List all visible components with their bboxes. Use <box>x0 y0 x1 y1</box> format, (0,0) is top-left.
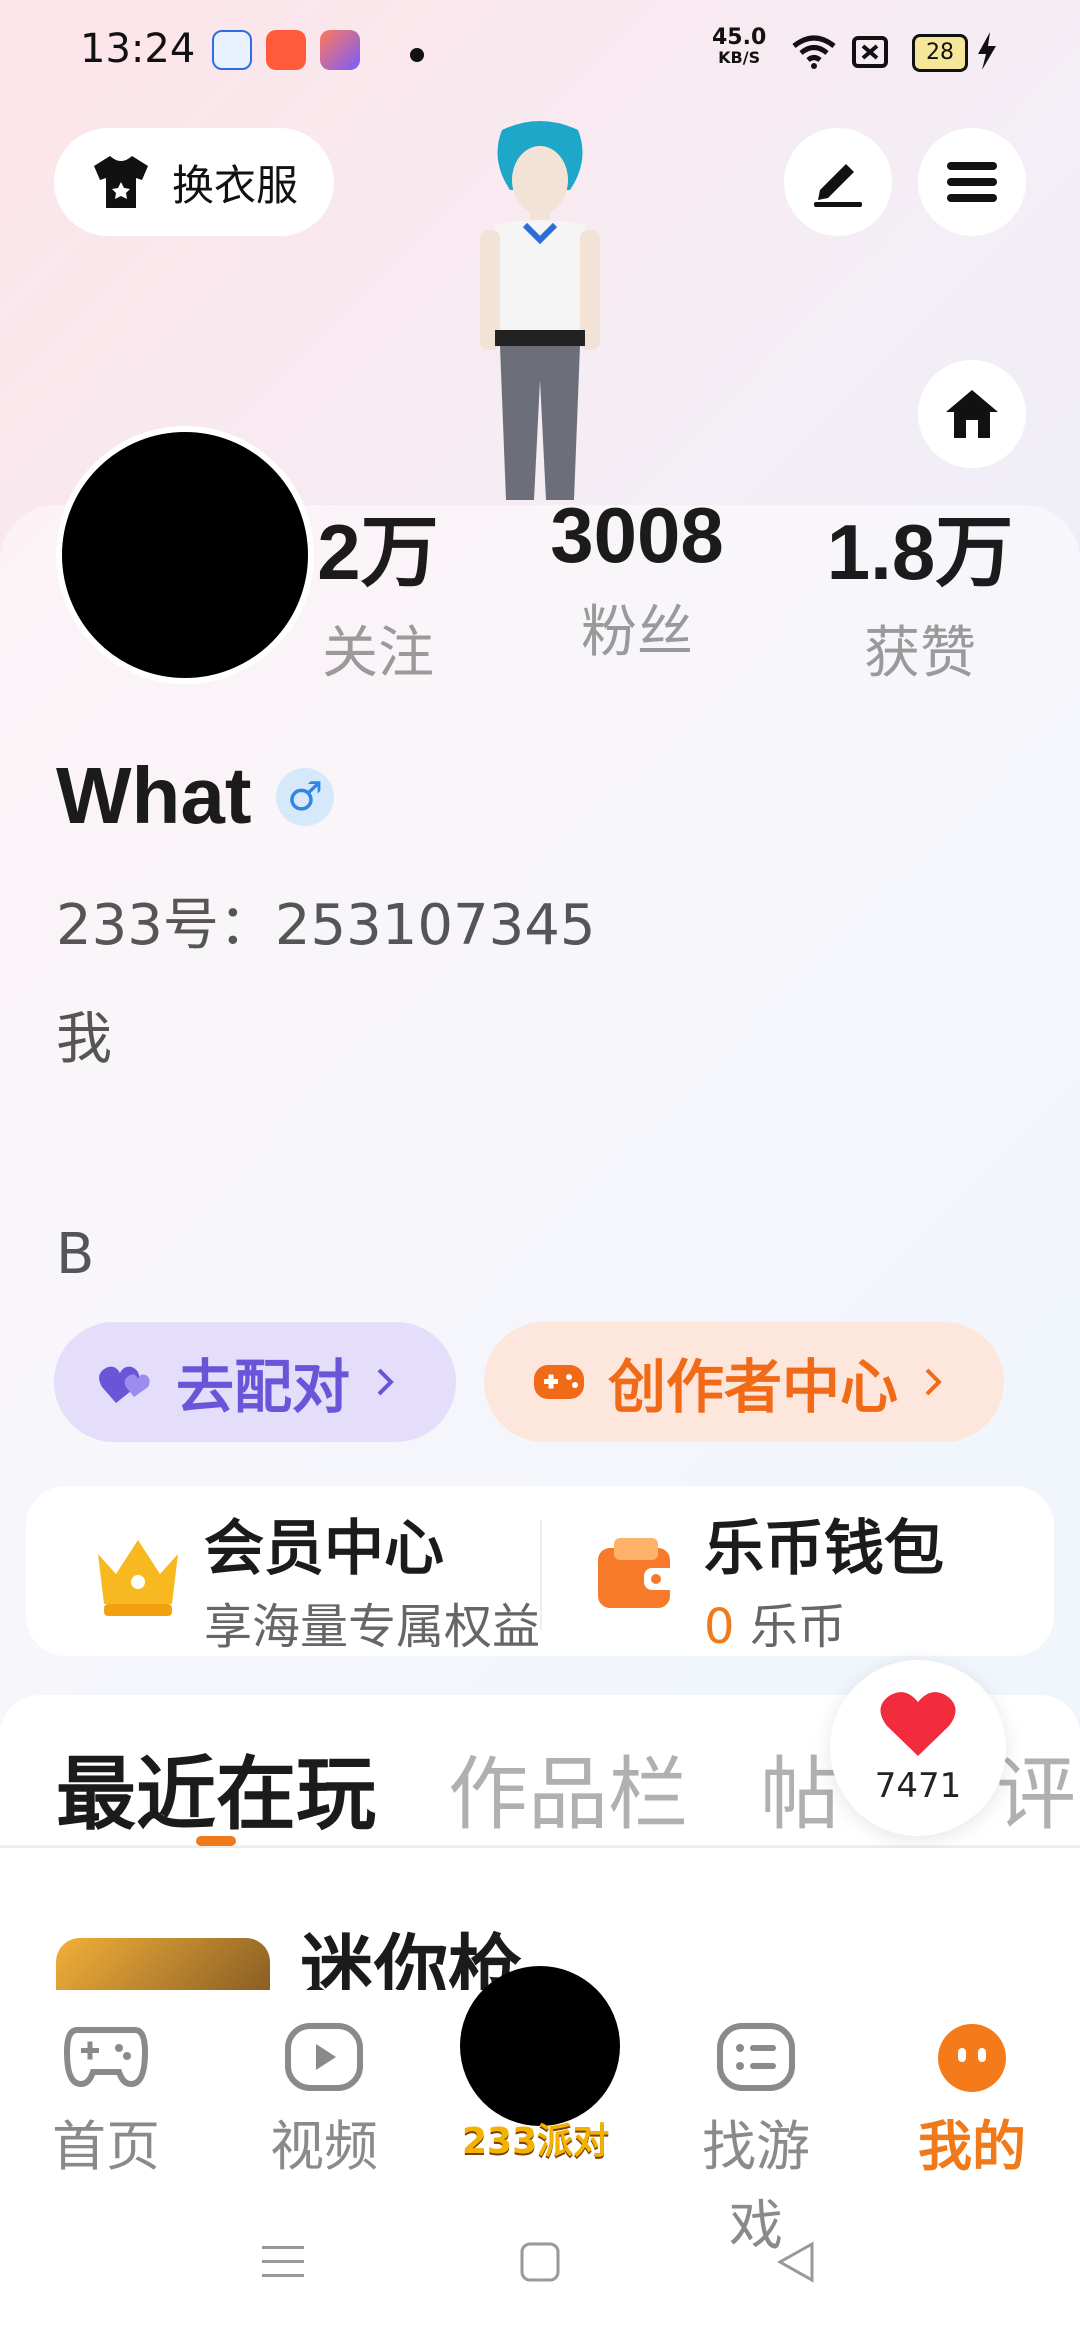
dress-up-button[interactable]: 换衣服 <box>54 128 334 236</box>
status-time: 13:24 <box>80 26 196 72</box>
like-button[interactable]: 7471 <box>830 1660 1006 1836</box>
bio-line-2: B <box>56 1222 95 1287</box>
tshirt-icon <box>93 156 148 208</box>
palette-app-icon <box>320 30 360 70</box>
nav-find-games-label: 找游戏 <box>702 2115 810 2257</box>
battery-level: 28 <box>912 34 968 72</box>
network-speed: 45.0 KB/S <box>712 25 767 68</box>
system-menu-icon[interactable] <box>258 2240 308 2284</box>
gamepad-icon <box>534 1365 584 1399</box>
fans-label: 粉丝 <box>581 600 693 665</box>
pen-icon <box>814 164 862 207</box>
party-center-button[interactable] <box>460 1966 620 2126</box>
chevron-right-icon <box>377 1368 394 1396</box>
card-divider <box>540 1520 542 1630</box>
dress-up-label: 换衣服 <box>171 160 298 210</box>
tab-recently-played[interactable]: 最近在玩 <box>56 1730 376 1846</box>
system-back-icon[interactable] <box>774 2240 818 2284</box>
system-home-icon[interactable] <box>518 2240 562 2284</box>
paw-app-icon <box>212 30 252 70</box>
nav-mine[interactable]: 我的 <box>892 2022 1052 2181</box>
member-center-entry[interactable]: 会员中心 享海量专属权益 <box>204 1500 540 1657</box>
hearts-icon <box>99 1366 150 1403</box>
nav-find-games[interactable]: 找游戏 <box>676 2022 836 2260</box>
charging-bolt-icon <box>978 32 996 70</box>
stat-likes[interactable]: 1.8万 获赞 <box>810 490 1030 689</box>
creator-center-label: 创作者中心 <box>608 1353 899 1421</box>
wallet-unit: 乐币 <box>749 1599 846 1655</box>
likes-received-label: 获赞 <box>864 621 976 686</box>
member-center-title: 会员中心 <box>204 1514 444 1584</box>
hamburger-icon <box>947 162 997 202</box>
following-count: 2万 <box>317 508 439 596</box>
nav-video[interactable]: 视频 <box>244 2022 404 2181</box>
bio-line-1: 我 <box>56 1007 112 1072</box>
gender-male-icon: ♂ <box>276 768 334 826</box>
wallet-entry[interactable]: 乐币钱包 0 乐币 <box>704 1500 944 1657</box>
gamepad-app-icon <box>266 30 306 70</box>
gamepad-outline-icon <box>63 2027 149 2088</box>
menu-button[interactable] <box>918 128 1026 236</box>
wifi-icon <box>792 35 836 69</box>
following-label: 关注 <box>322 621 434 686</box>
tab-works[interactable]: 作品栏 <box>448 1730 688 1846</box>
house-icon <box>946 390 998 438</box>
network-speed-value: 45.0 <box>712 25 767 50</box>
crown-icon <box>92 1530 184 1624</box>
stat-fans[interactable]: 3008 粉丝 <box>532 490 742 668</box>
nav-video-label: 视频 <box>270 2115 378 2178</box>
stat-following[interactable]: 2万 关注 <box>288 490 468 689</box>
fans-count: 3008 <box>550 491 724 579</box>
likes-received-count: 1.8万 <box>826 508 1014 596</box>
sim-off-icon <box>852 36 888 68</box>
wallet-title: 乐币钱包 <box>704 1514 944 1584</box>
smiley-face-icon <box>938 2024 1006 2092</box>
party-center-label: 233派对 <box>462 2121 610 2162</box>
like-count: 7471 <box>874 1766 962 1806</box>
nav-home-label: 首页 <box>52 2115 160 2178</box>
wallet-amount: 0 <box>704 1599 735 1655</box>
profile-avatar[interactable] <box>56 426 314 684</box>
home-button[interactable] <box>918 360 1026 468</box>
list-icon <box>717 2023 795 2091</box>
network-speed-unit: KB/S <box>718 48 761 67</box>
chevron-right-icon <box>925 1368 942 1396</box>
tab-posts[interactable]: 帖 <box>760 1730 840 1846</box>
username: What <box>56 751 252 840</box>
match-label: 去配对 <box>176 1353 351 1421</box>
user-id[interactable]: 233号：253107345 <box>56 880 596 961</box>
heart-icon <box>880 1692 956 1756</box>
avatar-character[interactable] <box>440 120 640 500</box>
active-tab-indicator <box>196 1836 236 1846</box>
member-center-subtitle: 享海量专属权益 <box>204 1599 541 1655</box>
creator-center-button[interactable]: 创作者中心 <box>484 1322 1004 1442</box>
nav-mine-label: 我的 <box>918 2115 1026 2178</box>
edit-button[interactable] <box>784 128 892 236</box>
video-play-icon <box>285 2023 363 2091</box>
tab-reviews[interactable]: 评 <box>996 1730 1076 1846</box>
notification-dot <box>410 48 424 62</box>
status-notification-icons <box>212 30 360 70</box>
nav-home[interactable]: 首页 <box>26 2022 186 2181</box>
wallet-icon <box>594 1534 680 1618</box>
match-button[interactable]: 去配对 <box>54 1322 456 1442</box>
